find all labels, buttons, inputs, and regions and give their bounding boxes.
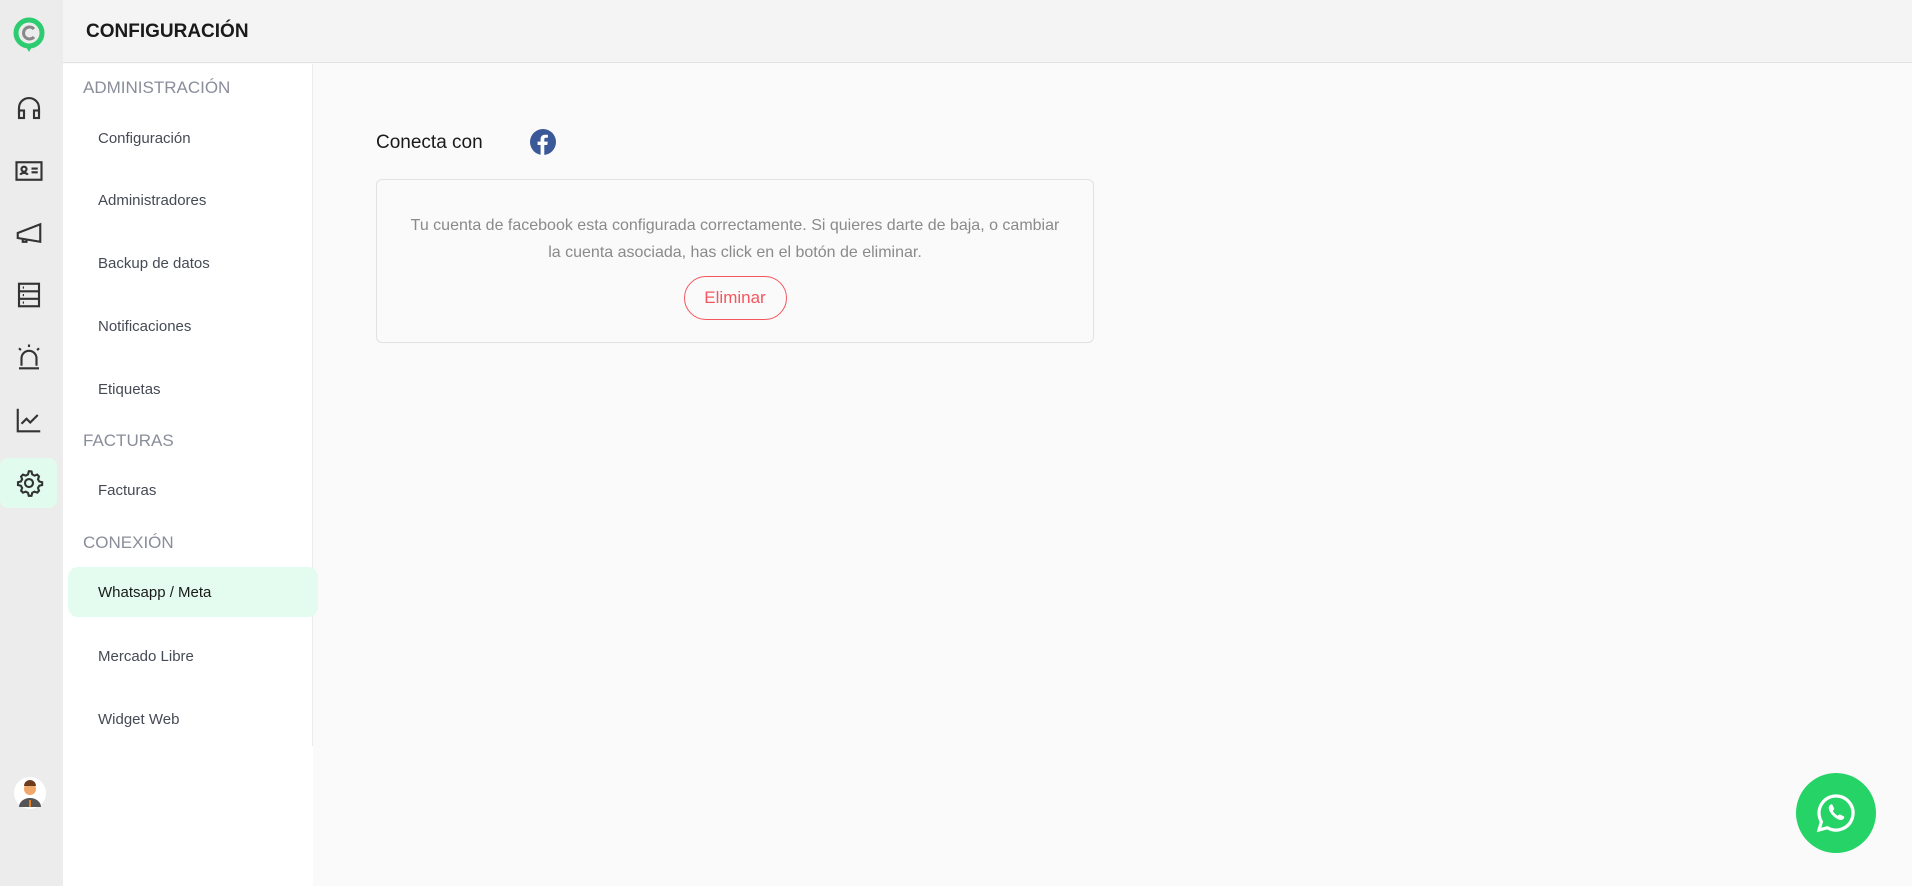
alarm-icon [17, 344, 40, 370]
sidebar-item-widget-web[interactable]: Widget Web [68, 694, 318, 744]
app-logo-icon [13, 17, 45, 52]
sidebar-item-backup[interactable]: Backup de datos [68, 238, 318, 288]
sidebar-item-facturas[interactable]: Facturas [68, 465, 318, 515]
user-avatar[interactable] [8, 770, 52, 816]
whatsapp-icon [1816, 794, 1855, 833]
sidebar-item-configuracion[interactable]: Configuración [68, 113, 318, 163]
nav-alerts[interactable] [0, 332, 57, 382]
icon-rail [0, 0, 63, 886]
nav-reports[interactable] [0, 395, 57, 445]
whatsapp-float-button[interactable] [1796, 773, 1876, 853]
settings-sidebar: ADMINISTRACIÓN Configuración Administrad… [63, 64, 318, 886]
nav-settings[interactable] [0, 458, 57, 508]
page-header: CONFIGURACIÓN [63, 0, 1912, 63]
sidebar-item-etiquetas[interactable]: Etiquetas [68, 364, 318, 414]
nav-campaigns[interactable] [0, 208, 57, 258]
contact-card-icon [14, 161, 43, 181]
nav-chats[interactable] [0, 83, 57, 133]
nav-database[interactable] [0, 270, 57, 320]
delete-button[interactable]: Eliminar [683, 276, 787, 320]
sidebar-item-administradores[interactable]: Administradores [68, 175, 318, 225]
facebook-status-card: Tu cuenta de facebook esta configurada c… [376, 179, 1094, 343]
page-title: CONFIGURACIÓN [86, 21, 249, 42]
database-icon [17, 282, 40, 308]
nav-contacts[interactable] [0, 146, 57, 196]
section-title-facturas: FACTURAS [83, 431, 174, 450]
headset-icon [17, 96, 40, 120]
sidebar-item-mercado-libre[interactable]: Mercado Libre [68, 631, 318, 681]
gear-icon [16, 469, 43, 497]
section-title-conexion: CONEXIÓN [83, 533, 174, 552]
sidebar-item-whatsapp-meta[interactable]: Whatsapp / Meta [68, 567, 318, 617]
chart-line-icon [16, 408, 40, 433]
connect-with-label: Conecta con [376, 132, 483, 153]
sidebar-item-notificaciones[interactable]: Notificaciones [68, 301, 318, 351]
megaphone-icon [16, 222, 41, 244]
status-message: Tu cuenta de facebook esta configurada c… [410, 217, 1060, 261]
section-title-administracion: ADMINISTRACIÓN [83, 78, 231, 97]
facebook-icon[interactable] [530, 129, 556, 155]
